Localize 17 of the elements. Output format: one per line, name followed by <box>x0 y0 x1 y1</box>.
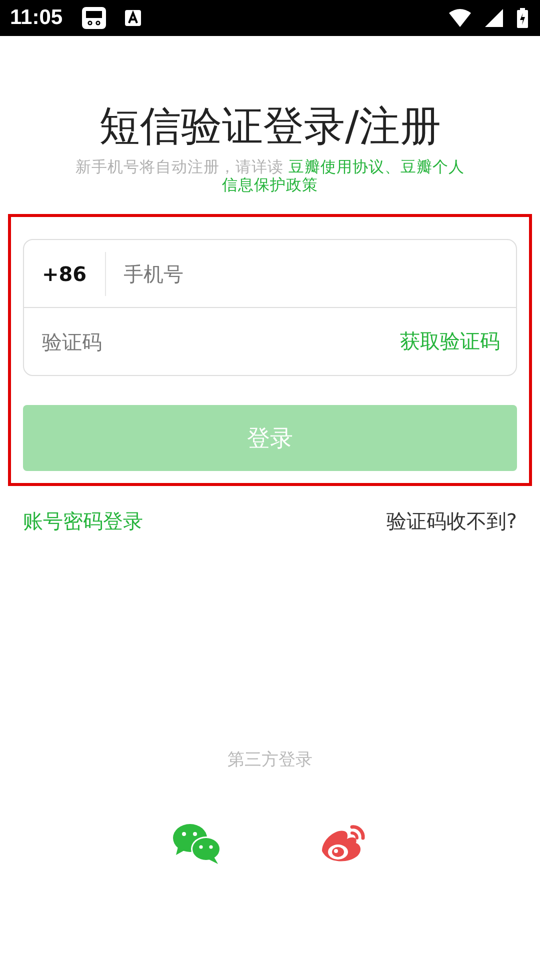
country-code[interactable]: +86 <box>40 262 89 286</box>
signal-icon <box>485 9 503 27</box>
status-time: 11:05 <box>10 6 63 30</box>
agreement-link[interactable]: 豆瓣使用协议、豆瓣个人 <box>288 158 464 176</box>
third-party-label: 第三方登录 <box>226 749 314 771</box>
agreement-notice: 新手机号将自动注册，请详读 <box>76 158 285 176</box>
get-code-link[interactable]: 获取验证码 <box>400 328 500 355</box>
wifi-icon <box>449 9 471 27</box>
notification-icon <box>124 10 141 26</box>
password-login-link[interactable]: 账号密码登录 <box>23 508 143 535</box>
no-code-link[interactable]: 验证码收不到? <box>386 508 517 535</box>
battery-icon <box>517 8 528 28</box>
page-title: 短信验证登录/注册 <box>98 101 442 152</box>
code-input[interactable]: 验证码 <box>40 328 400 354</box>
chat-bubbles-icon[interactable] <box>172 823 222 865</box>
phone-input[interactable]: 手机号 <box>122 260 500 286</box>
agreement-link[interactable]: 信息保护政策 <box>222 176 318 194</box>
